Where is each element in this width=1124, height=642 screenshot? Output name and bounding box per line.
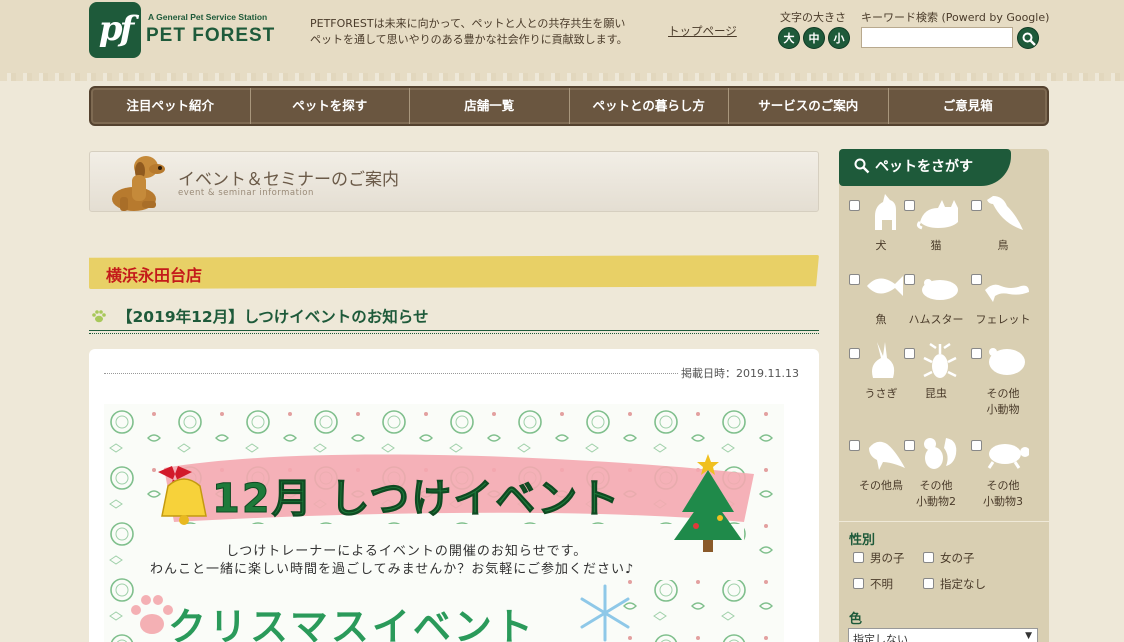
nav-store-list[interactable]: 店舗一覧 [410, 88, 570, 124]
mission-line-1: PETFORESTは未来に向かって、ペットと人との共存共生を願い [310, 17, 626, 30]
pet-filter-cat[interactable]: 猫 [904, 192, 970, 262]
paw-icon [92, 310, 106, 323]
beetle-icon [923, 342, 957, 378]
flyer-line-2: わんこと一緒に楽しい時間を過ごしてみませんか？お気軽にご参加ください♪ [150, 562, 635, 577]
color-select[interactable]: 指定しない ▼ [848, 628, 1038, 642]
rabbit-icon [872, 342, 895, 378]
gender-option-male[interactable]: 男の子 [853, 550, 905, 566]
pet-checkbox[interactable] [904, 348, 915, 359]
event-flyer-image: 12月 しつけイベント しつけトレーナーによるイベントの開催のお知らせです。 わ… [104, 404, 784, 642]
pet-checkbox[interactable] [849, 200, 860, 211]
pet-checkbox[interactable] [849, 440, 860, 451]
post-title: 【2019年12月】しつけイベントのお知らせ [117, 308, 429, 326]
pet-checkbox[interactable] [904, 200, 915, 211]
pet-label: 鳥 [997, 239, 1009, 252]
chevron-down-icon: ▼ [1025, 631, 1032, 641]
posted-date: 掲載日時：2019.11.13 [681, 367, 799, 380]
nav-feedback[interactable]: ご意見箱 [889, 88, 1048, 124]
gender-option-female[interactable]: 女の子 [923, 550, 975, 566]
pet-filter-hamster[interactable]: ハムスター [904, 266, 970, 336]
logo-name[interactable]: PET FOREST [146, 25, 275, 47]
pet-filter-squirrel[interactable]: その他 小動物2 [904, 432, 970, 508]
bird-icon [987, 196, 1023, 230]
font-size-large-button[interactable]: 大 [778, 27, 800, 49]
global-nav: 注目ペット紹介 ペットを探す 店舗一覧 ペットとの暮らし方 サービスのご案内 ご… [89, 86, 1049, 126]
gender-any-checkbox[interactable] [923, 578, 934, 589]
keyword-search-label: キーワード検索 (Powerd by Google) [861, 11, 1050, 24]
font-size-small-button[interactable]: 小 [828, 27, 850, 49]
pet-search-heading: ペットをさがす [839, 149, 1011, 186]
nav-find-pet[interactable]: ペットを探す [251, 88, 410, 124]
nav-living-with-pets[interactable]: ペットとの暮らし方 [570, 88, 729, 124]
gender-option-unknown[interactable]: 不明 [853, 576, 893, 592]
store-name: 横浜永田台店 [106, 266, 203, 285]
fish-icon [867, 276, 903, 296]
color-select-value: 指定しない [853, 633, 908, 642]
top-page-link[interactable]: トップページ [668, 23, 737, 39]
gender-female-label: 女の子 [940, 551, 975, 565]
font-size-medium-button[interactable]: 中 [803, 27, 825, 49]
color-label: 色 [849, 612, 863, 627]
search-icon [1022, 32, 1036, 46]
pet-checkbox[interactable] [971, 440, 982, 451]
search-button[interactable] [1017, 27, 1039, 49]
date-divider [104, 373, 678, 374]
pet-filter-turtle[interactable]: その他 小動物3 [971, 432, 1037, 508]
turtle-icon [987, 444, 1029, 469]
pet-checkbox[interactable] [904, 440, 915, 451]
site-header: pf A General Pet Service Station PET FOR… [0, 0, 1124, 81]
nav-featured-pets[interactable]: 注目ペット紹介 [91, 88, 251, 124]
pet-filter-bird[interactable]: 鳥 [971, 192, 1037, 262]
gender-unknown-label: 不明 [870, 577, 893, 591]
flyer-headline: 12月 しつけイベント [211, 476, 622, 523]
pet-label: その他 小動物3 [983, 479, 1023, 508]
pet-checkbox[interactable] [904, 274, 915, 285]
pet-checkbox[interactable] [971, 348, 982, 359]
small-animal-icon [989, 348, 1025, 375]
search-icon [854, 158, 870, 174]
mission-statement: PETFORESTは未来に向かって、ペットと人との共存共生を願い ペットを通して… [310, 16, 650, 48]
section-subtitle: event & seminar information [178, 188, 314, 198]
flyer-line-1: しつけトレーナーによるイベントの開催のお知らせです。 [226, 544, 588, 559]
gender-any-label: 指定なし [940, 577, 986, 591]
pet-filter-small-animal[interactable]: その他 小動物 [971, 340, 1037, 416]
mission-line-2: ペットを通して思いやりのある豊かな社会作りに貢献致します。 [310, 33, 628, 46]
christmas-tree-icon [674, 454, 742, 552]
gender-unknown-checkbox[interactable] [853, 578, 864, 589]
gender-male-checkbox[interactable] [853, 552, 864, 563]
dog-photo [112, 156, 165, 211]
keyword-search-input[interactable] [861, 27, 1013, 48]
nav-services[interactable]: サービスのご案内 [729, 88, 889, 124]
flyer-sub-headline: クリスマスイベント [168, 605, 536, 642]
snowflake-icon [580, 584, 630, 642]
pet-filter-ferret[interactable]: フェレット [971, 266, 1037, 336]
other-bird-icon [869, 441, 905, 470]
cat-icon [916, 200, 958, 230]
pet-checkbox[interactable] [849, 274, 860, 285]
gender-label: 性別 [849, 533, 876, 548]
pet-filter-beetle[interactable]: 昆虫 [904, 340, 970, 410]
font-size-label: 文字の大きさ [780, 11, 846, 24]
pet-label: フェレット [975, 313, 1031, 326]
gender-male-label: 男の子 [870, 551, 905, 565]
sidebar-divider [839, 521, 1049, 522]
ferret-icon [985, 284, 1029, 302]
post-title-divider [89, 330, 819, 334]
pet-search-heading-label: ペットをさがす [875, 159, 973, 175]
squirrel-icon [924, 438, 957, 469]
logo-mark[interactable]: pf [89, 2, 141, 58]
gender-option-any[interactable]: 指定なし [923, 576, 986, 592]
logo-tagline: A General Pet Service Station [148, 12, 268, 22]
gender-female-checkbox[interactable] [923, 552, 934, 563]
dog-icon [875, 194, 896, 230]
pet-label: その他 小動物 [986, 387, 1020, 416]
section-title: イベント＆セミナーのご案内 [178, 170, 399, 190]
hamster-icon [922, 279, 958, 300]
pet-checkbox[interactable] [971, 200, 982, 211]
pet-checkbox[interactable] [849, 348, 860, 359]
pet-checkbox[interactable] [971, 274, 982, 285]
